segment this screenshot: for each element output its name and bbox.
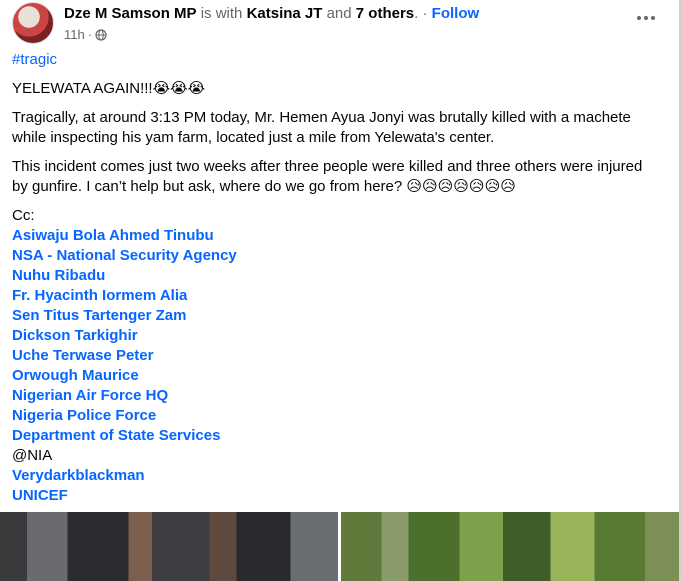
post-photo-left[interactable]: [0, 512, 338, 581]
mention-item: Nigerian Air Force HQ: [12, 386, 662, 406]
mention-item: Department of State Services: [12, 426, 662, 446]
hashtag-link[interactable]: #tragic: [12, 50, 662, 70]
mention-link[interactable]: Dickson Tarkighir: [12, 327, 138, 344]
author-avatar[interactable]: [12, 2, 54, 44]
post-photo-right[interactable]: [341, 512, 679, 581]
facebook-post: Dze M Samson MP is with Katsina JT and 7…: [0, 0, 681, 581]
others-link[interactable]: 7 others: [356, 5, 414, 22]
tagged-person[interactable]: Katsina JT: [247, 5, 323, 22]
mention-item: Asiwaju Bola Ahmed Tinubu: [12, 226, 662, 246]
mention-item: Dickson Tarkighir: [12, 326, 662, 346]
post-paragraph-1: Tragically, at around 3:13 PM today, Mr.…: [12, 109, 631, 146]
mention-item: Verydarkblackman: [12, 466, 662, 486]
mention-link[interactable]: Nigeria Police Force: [12, 407, 156, 424]
post-body: #tragic YELEWATA AGAIN!!!😭😭😭 Tragically,…: [12, 50, 662, 506]
mention-link[interactable]: Uche Terwase Peter: [12, 347, 153, 364]
is-with-text: is with: [200, 5, 243, 22]
mention-item: Orwough Maurice: [12, 366, 662, 386]
globe-icon: [95, 28, 107, 41]
mention-item: NSA - National Security Agency: [12, 246, 662, 266]
mention-link[interactable]: Verydarkblackman: [12, 467, 145, 484]
mention-link[interactable]: Department of State Services: [12, 427, 220, 444]
follow-button[interactable]: Follow: [432, 5, 480, 22]
mention-link[interactable]: Nuhu Ribadu: [12, 267, 105, 284]
mention-item: Nigeria Police Force: [12, 406, 662, 426]
mention-link[interactable]: Asiwaju Bola Ahmed Tinubu: [12, 227, 214, 244]
mention-item: UNICEF: [12, 486, 662, 506]
post-time[interactable]: 11h: [64, 27, 85, 42]
mention-link[interactable]: Fr. Hyacinth Iormem Alia: [12, 287, 187, 304]
and-text: and: [326, 5, 352, 22]
mention-item: @NIA: [12, 446, 662, 466]
author-line: Dze M Samson MP is with Katsina JT and 7…: [64, 5, 479, 22]
post-meta: 11h ·: [64, 27, 107, 42]
post-paragraph-2: This incident comes just two weeks after…: [12, 158, 643, 195]
post-headline: YELEWATA AGAIN!!!😭😭😭: [12, 80, 206, 97]
meta-separator: ·: [87, 27, 93, 42]
mention-link[interactable]: Nigerian Air Force HQ: [12, 387, 168, 404]
photo-grid: [0, 512, 679, 581]
mention-item: Nuhu Ribadu: [12, 266, 662, 286]
mention-item: Sen Titus Tartenger Zam: [12, 306, 662, 326]
mention-link[interactable]: Sen Titus Tartenger Zam: [12, 307, 187, 324]
mention-item: Fr. Hyacinth Iormem Alia: [12, 286, 662, 306]
plain-mention: @NIA: [12, 447, 53, 464]
mention-item: Uche Terwase Peter: [12, 346, 662, 366]
more-options-icon[interactable]: [634, 10, 658, 26]
mention-list: Asiwaju Bola Ahmed Tinubu NSA - National…: [12, 226, 662, 506]
post-header: Dze M Samson MP is with Katsina JT and 7…: [12, 2, 672, 46]
cc-label: Cc:: [12, 207, 35, 224]
mention-link[interactable]: Orwough Maurice: [12, 367, 139, 384]
mention-link[interactable]: NSA - National Security Agency: [12, 247, 237, 264]
separator: . ·: [414, 5, 428, 22]
author-name[interactable]: Dze M Samson MP: [64, 5, 197, 22]
mention-link[interactable]: UNICEF: [12, 487, 68, 504]
